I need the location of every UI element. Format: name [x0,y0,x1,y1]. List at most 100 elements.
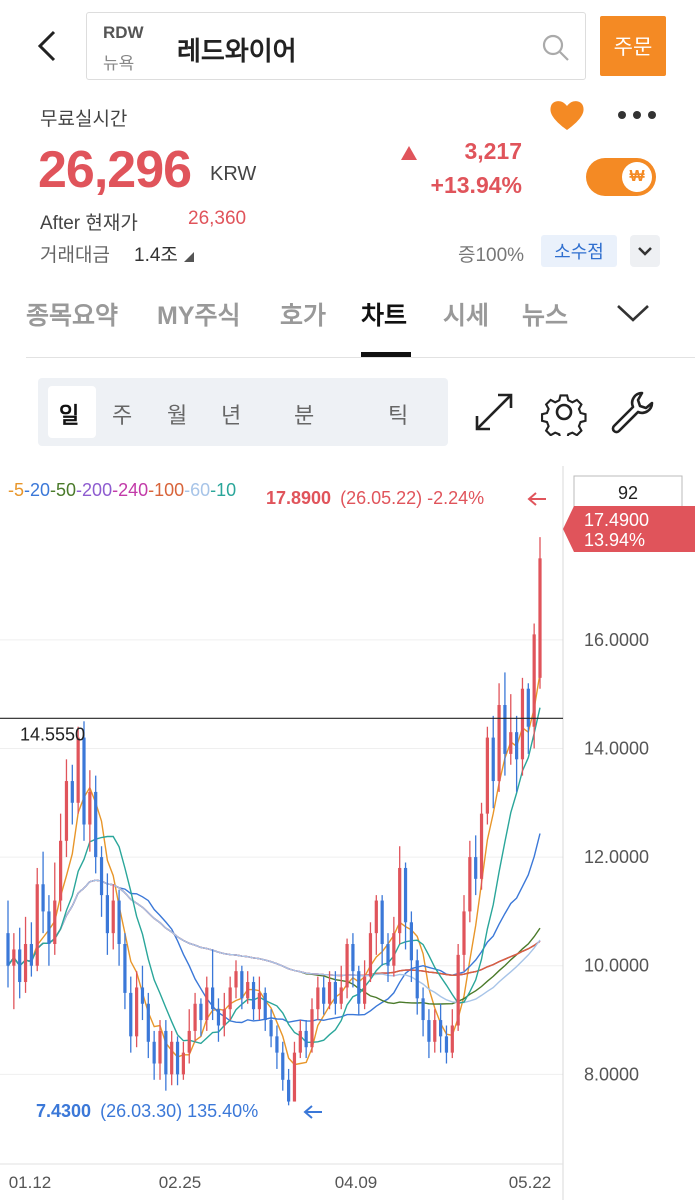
period-year[interactable]: 년 [221,398,241,430]
candle [363,960,367,1010]
candle [23,916,28,993]
candle [281,1041,285,1091]
candle [94,775,98,874]
candle [392,916,396,977]
ma-line [7,673,541,1066]
candle [374,895,378,955]
candle [193,992,197,1042]
favorite-heart-icon[interactable] [548,98,586,132]
y-tick: 16.0000 [584,630,649,650]
candle [491,715,495,809]
candle [380,895,384,966]
period-week[interactable]: 주 [112,398,132,430]
expand-info-button[interactable] [630,235,660,267]
y-tick: 10.0000 [584,956,649,976]
tab-chart[interactable]: 차트 [361,296,407,332]
period-day[interactable]: 일 [59,398,79,430]
back-arrow-icon[interactable] [30,26,66,66]
candle [70,764,74,825]
y-tick: 14.0000 [584,738,649,758]
period-month[interactable]: 월 [167,398,187,430]
low-price: 7.4300 [36,1101,91,1121]
candle [53,862,57,955]
candle [310,998,314,1053]
wrench-tool-icon[interactable] [608,388,656,436]
tab-quotes[interactable]: 시세 [443,296,489,332]
high-info: (26.05.22) -2.24% [340,488,484,508]
candle [403,862,408,950]
candle [135,971,139,1048]
candle [41,851,45,934]
candle [427,1009,431,1059]
currency-toggle[interactable]: ₩ [586,158,656,196]
chart-overlay: 14.5550 -5-20-50-200-240-100-60-10 17.89… [0,466,695,1200]
candle [433,1009,437,1053]
candle [257,976,261,1021]
candle [181,1041,185,1080]
price-chart[interactable]: 14.5550 -5-20-50-200-240-100-60-10 17.89… [0,466,695,1200]
price-change-percent: +13.94% [430,172,522,198]
corner-triangle-icon [184,252,194,262]
candle [304,1020,308,1059]
after-hours-label: After 현재가 [40,213,138,234]
legend-item: -100 [148,480,184,500]
candle [12,933,16,1010]
candle [275,1025,279,1069]
candle [456,944,460,1031]
margin-rate-label: 증100% [458,245,525,266]
ma-legend: -5-20-50-200-240-100-60-10 [8,480,236,500]
ma-line [7,707,541,1045]
candle [228,976,232,1021]
ma-line [7,833,541,1024]
legend-item: -20 [24,480,50,500]
ma-line [7,879,541,977]
legend-item: -5 [8,480,24,500]
candle [111,884,115,950]
candle [439,1003,443,1053]
decimal-button[interactable]: 소수점 [541,235,617,267]
order-button[interactable]: 주문 [600,16,666,76]
currency-label: KRW [210,163,257,185]
fullscreen-icon[interactable] [472,390,516,434]
y-tick: 12.0000 [584,847,649,867]
period-tick[interactable]: 틱 [388,398,408,430]
tabs-chevron-down-icon[interactable] [614,300,652,326]
candle [368,922,373,983]
stock-name: 레드와이어 [177,36,297,66]
period-minute[interactable]: 분 [294,398,314,430]
chevron-down-icon [638,247,652,256]
candle [88,770,92,852]
candle [59,813,63,912]
candle [123,933,127,1010]
won-icon: ₩ [622,162,652,192]
low-arrow-icon [303,1105,322,1119]
tab-summary[interactable]: 종목요약 [26,296,118,332]
tab-news[interactable]: 뉴스 [522,296,568,332]
candle [216,998,221,1042]
search-box[interactable]: RDW 뉴욕 레드와이어 [86,12,586,80]
candle [333,971,337,1015]
up-triangle-icon [401,146,417,160]
ma-line [7,879,541,1005]
period-selector: 일 주 월 년 분 틱 [38,378,448,446]
candle [421,987,425,1037]
candle [462,895,466,972]
settings-gear-icon[interactable] [540,388,588,436]
search-icon[interactable] [541,33,571,63]
y-tick: 8.0000 [584,1064,639,1084]
market-label: 뉴욕 [103,54,135,73]
realtime-label: 무료실시간 [40,109,128,130]
candle [415,949,419,1015]
candle-count: 92 [618,483,638,503]
candle [357,965,361,1015]
candle [298,1020,302,1059]
candle [520,677,525,776]
x-tick: 04.09 [335,1173,378,1192]
tab-my-stock[interactable]: MY주식 [157,296,241,332]
candle [474,835,478,896]
low-info: (26.03.30) 135.40% [100,1101,258,1121]
tab-orderbook[interactable]: 호가 [280,296,326,332]
more-options-icon[interactable] [616,108,658,122]
ma-line [7,879,541,977]
candle [170,1030,174,1086]
